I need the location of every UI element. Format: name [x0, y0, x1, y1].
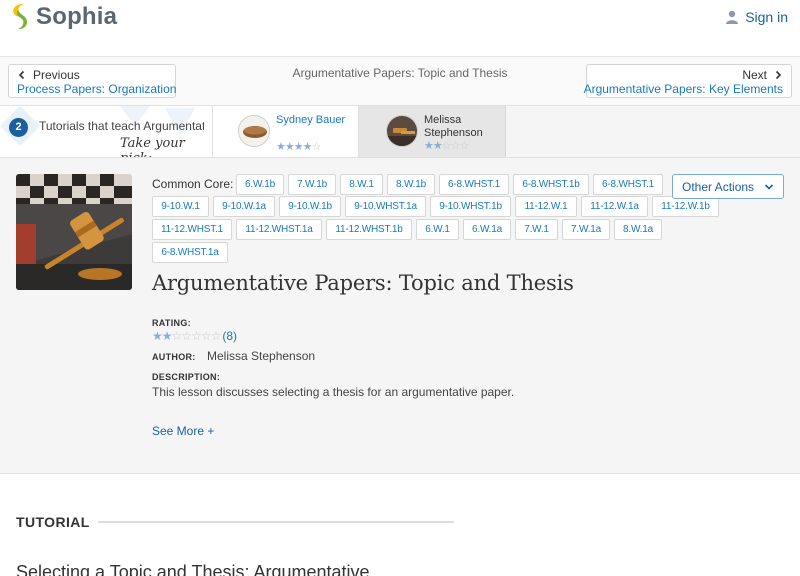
avatar: [238, 115, 270, 147]
standard-tag[interactable]: 9-10.W.1: [152, 196, 209, 217]
standard-tag[interactable]: 9-10.WHST.1a: [345, 196, 426, 217]
star-empty-icon: ☆: [450, 140, 461, 152]
tutor-option-sydney-bauer[interactable]: Sydney Bauer ★★★★☆: [213, 106, 359, 157]
gavel-image: [16, 174, 132, 290]
star-filled-icon: ★: [302, 141, 313, 153]
common-core-label: Common Core:: [152, 177, 234, 191]
tutor-rating-stars: ★★★★☆: [276, 140, 322, 153]
tutorial-picker-text: Tutorials that teach Argumentative Paper…: [39, 119, 204, 133]
star-filled-icon: ★: [161, 329, 173, 343]
star-empty-icon: ☆: [210, 329, 222, 343]
page-title: Argumentative Papers: Topic and Thesis: [152, 271, 574, 295]
star-empty-icon: ☆: [181, 329, 192, 343]
standard-tag[interactable]: 9-10.W.1a: [213, 196, 275, 217]
sign-in-label: Sign in: [745, 9, 788, 25]
next-label: Next: [742, 68, 767, 82]
rating: ★★☆☆☆☆☆ (8): [152, 329, 237, 343]
standard-tag[interactable]: 6.W.1b: [236, 174, 284, 195]
star-empty-icon: ☆: [459, 140, 470, 152]
standard-tag[interactable]: 9-10.W.1b: [279, 196, 341, 217]
lesson-details: Common Core: 6.W.1b 7.W.1b 8.W.1 8.W.1b 6-8.…: [0, 158, 800, 474]
rating-label: RATING:: [152, 318, 191, 328]
standard-tag[interactable]: 9-10.WHST.1b: [430, 196, 511, 217]
star-filled-icon: ★: [432, 140, 443, 152]
star-empty-icon: ☆: [191, 329, 202, 343]
standard-tag[interactable]: 8.W.1: [340, 174, 383, 195]
tutor-rating-stars: ★★☆☆☆: [424, 139, 470, 152]
description-text: This lesson discusses selecting a thesis…: [152, 385, 515, 399]
star-filled-icon: ★: [293, 141, 304, 153]
site-header: Sophia Sign in: [0, 0, 800, 57]
lesson-thumbnail: [16, 174, 132, 290]
other-actions-label: Other Actions: [682, 179, 755, 194]
tutorial-count-badge: 2: [9, 118, 28, 137]
previous-title: Process Papers: Organization: [17, 82, 177, 96]
star-filled-icon: ★: [152, 329, 163, 343]
logo-text: Sophia: [36, 3, 118, 30]
standard-tag[interactable]: 6-8.WHST.1: [593, 174, 663, 195]
section-divider: [98, 521, 454, 523]
rating-count-link[interactable]: (8): [222, 329, 237, 343]
tutor-name: Melissa Stephenson: [424, 114, 483, 139]
standard-tag[interactable]: 11-12.W.1: [515, 196, 577, 217]
standard-tag[interactable]: 11-12.W.1a: [581, 196, 648, 217]
standard-tag[interactable]: 11-12.WHST.1b: [326, 219, 412, 240]
standard-tag[interactable]: 7.W.1: [515, 219, 558, 240]
author-name: Melissa Stephenson: [207, 349, 316, 363]
star-filled-icon: ★: [276, 141, 286, 153]
star-empty-icon: ☆: [171, 329, 183, 343]
user-icon: [726, 10, 739, 24]
standard-tag[interactable]: 6-8.WHST.1: [439, 174, 509, 195]
tutor-option-melissa-stephenson[interactable]: Melissa Stephenson ★★☆☆☆: [359, 106, 506, 157]
avatar-image: [387, 116, 417, 146]
star-empty-icon: ☆: [441, 140, 452, 152]
standard-tag[interactable]: 8.W.1a: [614, 219, 662, 240]
star-filled-icon: ★: [284, 141, 295, 153]
tutorial-picker-lead: 2 Tutorials that teach Argumentative Pap…: [0, 106, 213, 157]
avatar-image: [239, 116, 269, 146]
star-filled-icon: ★: [424, 140, 434, 152]
lesson-title: Selecting a Topic and Thesis: Argumentat…: [16, 562, 370, 576]
standard-tag[interactable]: 11-12.WHST.1: [152, 219, 232, 240]
standard-tag[interactable]: 11-12.WHST.1a: [236, 219, 322, 240]
chevron-down-icon: [764, 183, 774, 190]
standard-tag[interactable]: 6.W.1a: [463, 219, 511, 240]
tutor-name: Sydney Bauer: [276, 114, 346, 126]
next-title: Argumentative Papers: Key Elements: [583, 82, 783, 96]
chevron-right-icon: [775, 70, 782, 80]
sophia-logo-icon: [13, 4, 28, 30]
rating-stars: ★★☆☆☆☆☆: [152, 329, 222, 343]
standard-tag[interactable]: 7.W.1a: [562, 219, 610, 240]
standard-tag[interactable]: 11-12.W.1b: [652, 196, 719, 217]
star-empty-icon: ☆: [200, 329, 212, 343]
other-actions-button[interactable]: Other Actions: [672, 174, 784, 199]
tutorial-navigation: Previous Process Papers: Organization Ar…: [0, 57, 800, 105]
see-more-link[interactable]: See More +: [152, 424, 214, 438]
standard-tag[interactable]: 7.W.1b: [288, 174, 336, 195]
standard-tag[interactable]: 8.W.1b: [387, 174, 435, 195]
star-empty-icon: ☆: [311, 141, 322, 153]
description-label: DESCRIPTION:: [152, 372, 221, 382]
take-your-pick-text: Take your pick:: [120, 136, 185, 157]
standard-tag[interactable]: 6.W.1: [416, 219, 459, 240]
author-label: AUTHOR:: [152, 352, 196, 362]
tutorial-heading: TUTORIAL: [16, 514, 90, 530]
next-button[interactable]: Next Argumentative Papers: Key Elements: [583, 64, 792, 98]
avatar: [386, 115, 418, 147]
standard-tag[interactable]: 6-8.WHST.1b: [513, 174, 589, 195]
sign-in-link[interactable]: Sign in: [725, 9, 788, 25]
tutorial-picker: 2 Tutorials that teach Argumentative Pap…: [0, 105, 800, 158]
sophia-logo[interactable]: Sophia: [9, 3, 117, 31]
standard-tag[interactable]: 6-8.WHST.1a: [152, 242, 228, 263]
